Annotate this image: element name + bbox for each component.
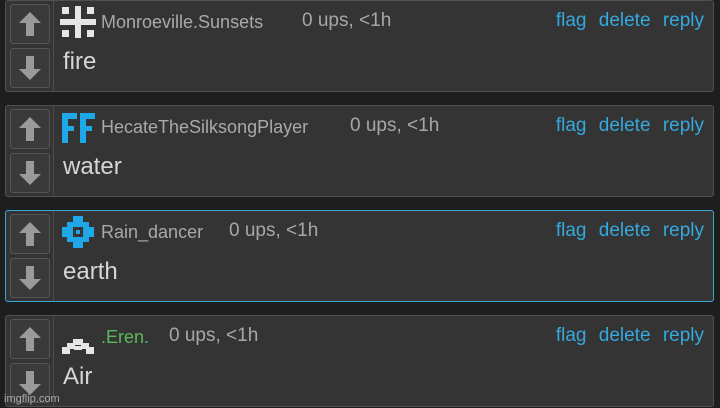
upvote-button[interactable] [10,4,50,44]
arrow-down-icon [19,161,41,185]
reply-link[interactable]: reply [663,325,704,346]
comment-actions: flag delete reply [549,115,704,137]
upvote-button[interactable] [10,214,50,254]
downvote-button[interactable] [10,153,50,193]
arrow-down-icon [19,266,41,290]
comment-text: fire [63,48,97,75]
arrow-up-icon [19,327,41,351]
delete-link[interactable]: delete [599,220,651,241]
delete-link[interactable]: delete [599,325,651,346]
arrow-down-icon [19,56,41,80]
username-link[interactable]: Rain_dancer [101,222,203,243]
avatar[interactable] [58,109,98,145]
pixel-diamond-icon [62,216,94,248]
flag-link[interactable]: flag [556,325,587,346]
arrow-up-icon [19,222,41,246]
comment-actions: flag delete reply [549,10,704,32]
watermark: imgflip.com [4,393,60,405]
avatar[interactable] [58,4,98,40]
comment-text: earth [63,258,118,285]
vote-meta: 0 ups, <1h [229,220,319,241]
avatar[interactable] [58,214,98,250]
arrow-up-icon [19,117,41,141]
arrow-up-icon [19,12,41,36]
comment: HecateTheSilksongPlayer 0 ups, <1h flag … [5,105,714,197]
pixel-cross-icon [60,6,96,38]
vote-meta: 0 ups, <1h [302,10,392,31]
avatar[interactable] [58,319,98,355]
comment: Rain_dancer 0 ups, <1h flag delete reply… [5,210,714,302]
comment-text: water [63,153,122,180]
reply-link[interactable]: reply [663,115,704,136]
pixel-invader-icon [62,339,94,354]
comment: .Eren. 0 ups, <1h flag delete reply Air [5,315,714,407]
pixel-ff-icon [62,113,95,143]
delete-link[interactable]: delete [599,115,651,136]
reply-link[interactable]: reply [663,220,704,241]
vote-column [6,211,54,301]
vote-column [6,1,54,91]
flag-link[interactable]: flag [556,10,587,31]
username-link[interactable]: Monroeville.Sunsets [101,12,263,33]
vote-column [6,106,54,196]
downvote-button[interactable] [10,48,50,88]
comment-actions: flag delete reply [549,220,704,242]
downvote-button[interactable] [10,258,50,298]
comment-text: Air [63,363,93,390]
flag-link[interactable]: flag [556,220,587,241]
comment: Monroeville.Sunsets 0 ups, <1h flag dele… [5,0,714,92]
upvote-button[interactable] [10,109,50,149]
flag-link[interactable]: flag [556,115,587,136]
upvote-button[interactable] [10,319,50,359]
vote-meta: 0 ups, <1h [169,325,259,346]
vote-meta: 0 ups, <1h [350,115,440,136]
username-link[interactable]: HecateTheSilksongPlayer [101,117,308,138]
username-link[interactable]: .Eren. [101,327,149,348]
delete-link[interactable]: delete [599,10,651,31]
reply-link[interactable]: reply [663,10,704,31]
comment-actions: flag delete reply [549,325,704,347]
